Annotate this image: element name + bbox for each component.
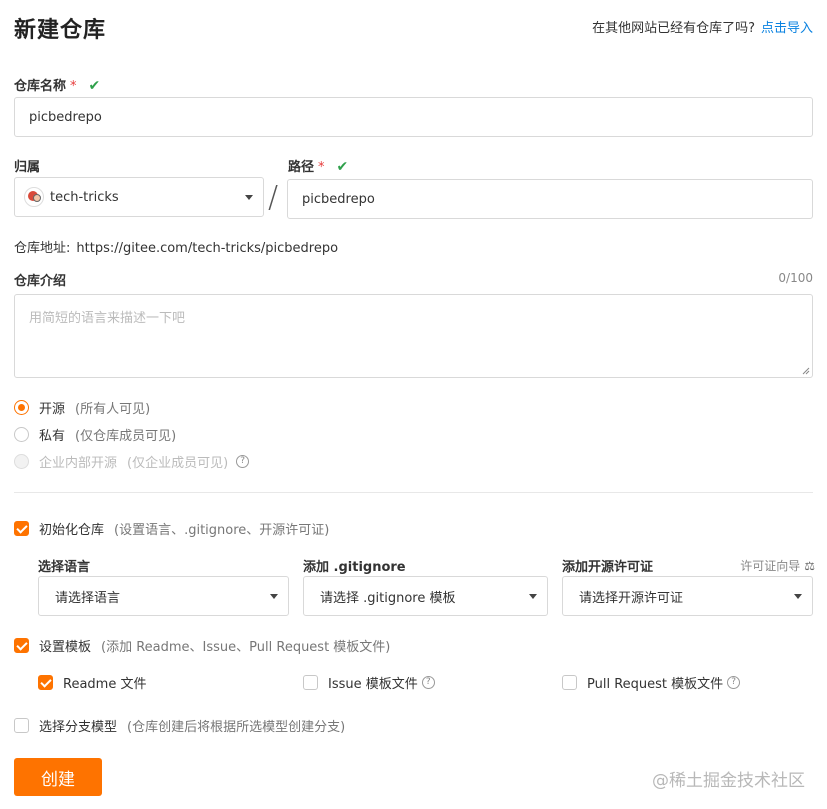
chevron-down-icon (270, 594, 278, 599)
required-mark: * (70, 79, 77, 94)
import-link[interactable]: 点击导入 (761, 21, 813, 36)
description-label: 仓库介绍 (14, 274, 67, 289)
template-pull-request[interactable]: Pull Request 模板文件 ? (562, 673, 741, 692)
repo-name-label-text: 仓库名称 (14, 79, 67, 94)
branch-model-label: 选择分支模型 (39, 720, 118, 735)
owner-select[interactable]: tech-tricks (14, 177, 264, 217)
visibility-private[interactable]: 私有 (仅仓库成员可见) (14, 425, 176, 444)
repo-address-label: 仓库地址: (14, 241, 71, 256)
repo-name-input[interactable]: picbedrepo (14, 97, 813, 137)
visibility-enterprise-hint: (仅企业成员可见) (127, 456, 229, 471)
visibility-public-hint: (所有人可见) (75, 402, 151, 417)
visibility-enterprise-label: 企业内部开源 (39, 456, 118, 471)
radio-icon[interactable] (14, 427, 29, 442)
path-separator: / (268, 180, 279, 215)
license-label: 添加开源许可证 (562, 560, 654, 575)
help-icon[interactable]: ? (727, 676, 741, 689)
template-readme[interactable]: Readme 文件 (38, 673, 146, 692)
description-textarea[interactable]: 用简短的语言来描述一下吧 (14, 294, 813, 378)
chevron-down-icon (794, 594, 802, 599)
description-placeholder: 用简短的语言来描述一下吧 (29, 311, 186, 326)
check-icon: ✔ (88, 78, 101, 94)
path-value: picbedrepo (302, 191, 375, 207)
checkbox-checked-icon[interactable] (38, 675, 53, 690)
checkbox-icon[interactable] (14, 718, 29, 733)
watermark: @稀土掘金技术社区 (652, 771, 805, 791)
help-icon[interactable]: ? (236, 455, 250, 468)
repo-name-label: 仓库名称 * ✔ (14, 75, 100, 94)
visibility-public-label: 开源 (39, 402, 66, 417)
owner-label: 归属 (14, 160, 41, 175)
divider (14, 492, 813, 493)
branch-model-hint: (仓库创建后将根据所选模型创建分支) (127, 720, 346, 735)
resize-grip-icon[interactable] (802, 367, 810, 375)
chevron-down-icon (529, 594, 537, 599)
help-icon[interactable]: ? (421, 676, 435, 689)
radio-disabled-icon (14, 454, 29, 469)
page-title: 新建仓库 (14, 18, 107, 43)
license-guide-text: 许可证向导 (740, 559, 801, 573)
owner-value: tech-tricks (50, 189, 119, 205)
gitignore-select[interactable]: 请选择 .gitignore 模板 (303, 576, 548, 616)
avatar (24, 187, 44, 207)
license-select[interactable]: 请选择开源许可证 (562, 576, 813, 616)
check-icon: ✔ (336, 159, 349, 175)
checkbox-icon[interactable] (562, 675, 577, 690)
visibility-private-hint: (仅仓库成员可见) (75, 429, 177, 444)
repo-name-value: picbedrepo (29, 109, 102, 125)
visibility-enterprise: 企业内部开源 (仅企业成员可见) ? (14, 452, 250, 471)
import-prompt-row: 在其他网站已经有仓库了吗? 点击导入 (592, 17, 813, 36)
chevron-down-icon (245, 195, 253, 200)
create-button[interactable]: 创建 (14, 758, 102, 796)
visibility-private-label: 私有 (39, 429, 66, 444)
checkbox-icon[interactable] (303, 675, 318, 690)
template-label: 设置模板 (39, 640, 92, 655)
import-prompt: 在其他网站已经有仓库了吗? (592, 21, 755, 36)
required-mark: * (318, 160, 325, 175)
scale-icon: ⚖ (804, 559, 815, 573)
language-value: 请选择语言 (55, 590, 121, 606)
init-repo-checkbox[interactable]: 初始化仓库 (设置语言、.gitignore、开源许可证) (14, 519, 329, 538)
init-repo-hint: (设置语言、.gitignore、开源许可证) (114, 523, 330, 538)
template-issue-label: Issue 模板文件 (328, 677, 418, 692)
language-label: 选择语言 (38, 560, 91, 575)
language-select[interactable]: 请选择语言 (38, 576, 289, 616)
repo-address-value: https://gitee.com/tech-tricks/picbedrepo (76, 241, 339, 256)
license-value: 请选择开源许可证 (579, 590, 684, 606)
path-label-text: 路径 (288, 160, 315, 175)
template-readme-label: Readme 文件 (63, 677, 147, 692)
radio-selected-icon[interactable] (14, 400, 29, 415)
template-issue[interactable]: Issue 模板文件 ? (303, 673, 435, 692)
checkbox-checked-icon[interactable] (14, 638, 29, 653)
gitignore-label: 添加 .gitignore (303, 560, 406, 575)
template-checkbox[interactable]: 设置模板 (添加 Readme、Issue、Pull Request 模板文件) (14, 636, 390, 655)
visibility-public[interactable]: 开源 (所有人可见) (14, 398, 150, 417)
path-label: 路径 * ✔ (288, 156, 348, 175)
gitignore-value: 请选择 .gitignore 模板 (320, 590, 456, 606)
repo-address: 仓库地址: https://gitee.com/tech-tricks/picbe… (14, 237, 338, 256)
license-guide-link[interactable]: 许可证向导 ⚖ (740, 557, 815, 574)
path-input[interactable]: picbedrepo (287, 179, 813, 219)
checkbox-checked-icon[interactable] (14, 521, 29, 536)
template-hint: (添加 Readme、Issue、Pull Request 模板文件) (101, 640, 391, 655)
description-counter: 0/100 (778, 271, 813, 285)
branch-model-checkbox[interactable]: 选择分支模型 (仓库创建后将根据所选模型创建分支) (14, 716, 345, 735)
init-repo-label: 初始化仓库 (39, 523, 105, 538)
template-pr-label: Pull Request 模板文件 (587, 677, 724, 692)
